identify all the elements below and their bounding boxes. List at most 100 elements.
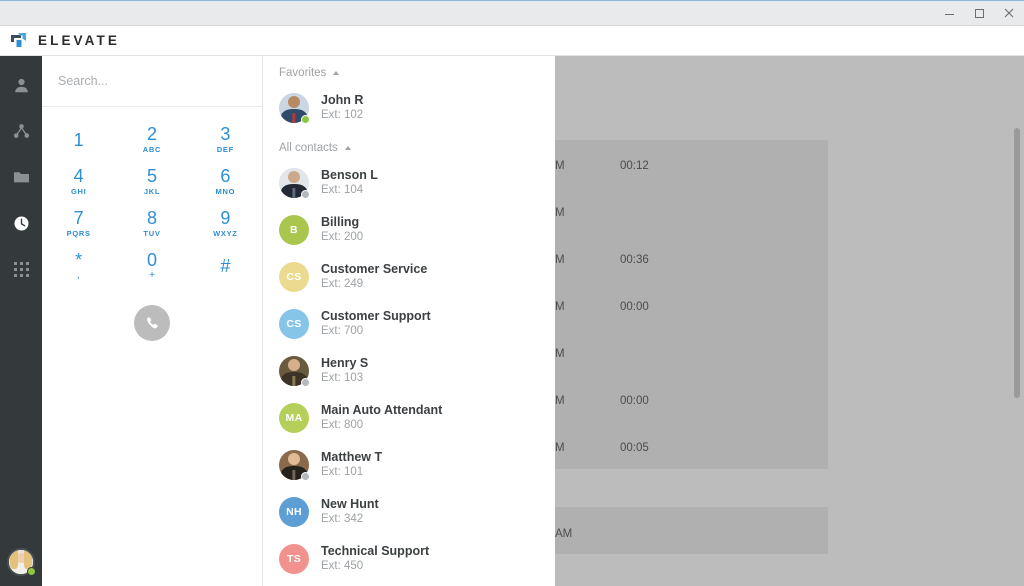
call-history-time: M [555, 395, 565, 407]
contact-avatar-image: TS [279, 543, 309, 574]
dialpad-key-4[interactable]: 4 GHI [48, 161, 110, 203]
dialpad-key-7[interactable]: 7 PQRS [48, 203, 110, 245]
call-history-time: M [555, 160, 565, 172]
call-history-time: M [555, 254, 565, 266]
contact-list-item[interactable]: MA Main Auto Attendant Ext: 800 [264, 394, 555, 441]
contact-avatar: B [279, 214, 309, 245]
dialpad-key-letters: PQRS [66, 229, 91, 238]
contact-name: Main Auto Attendant [321, 402, 443, 417]
chevron-up-icon[interactable] [344, 146, 351, 150]
contact-name: Matthew T [321, 449, 383, 464]
status-badge [27, 567, 36, 576]
contact-avatar-image: MA [279, 402, 309, 433]
contact-list-item[interactable]: Benson L Ext: 104 [264, 159, 555, 206]
sidebar-item-call-history[interactable] [0, 200, 42, 246]
contact-avatar: MA [279, 402, 309, 433]
phone-icon [145, 316, 160, 331]
contact-name: Technical Support [321, 543, 430, 558]
call-button[interactable] [134, 305, 170, 341]
contact-name: Benson L [321, 167, 378, 182]
contact-avatar-image: B [279, 214, 309, 245]
call-history-time: M [555, 301, 565, 313]
contacts-panel[interactable]: Favorites John R Ext: 102 All contacts Benso… [264, 56, 555, 586]
contact-list-item[interactable]: NH New Hunt Ext: 342 [264, 488, 555, 535]
contact-meta: John R Ext: 102 [321, 93, 363, 123]
contact-name: Billing [321, 214, 360, 229]
presence-status-dot [301, 189, 310, 199]
dialpad-key-digit: 4 [73, 166, 84, 186]
dialpad-key-6[interactable]: 6 MNO [194, 161, 256, 203]
contact-list-item[interactable]: B Billing Ext: 200 [264, 206, 555, 253]
title-bar [0, 0, 1024, 26]
contacts-group-header[interactable]: Favorites [264, 56, 555, 84]
contact-meta: Billing Ext: 200 [321, 215, 363, 245]
contact-avatar [279, 355, 310, 387]
minimize-button[interactable] [934, 1, 964, 25]
contact-extension: Ext: 450 [321, 559, 364, 572]
contact-extension: Ext: 249 [321, 277, 364, 290]
search-bar [42, 56, 262, 107]
dialpad-key-3[interactable]: 3 DEF [194, 119, 256, 161]
sidebar-item-contacts[interactable] [0, 62, 42, 108]
call-history-time: M [555, 442, 565, 454]
dialpad-key-2[interactable]: 2 ABC [121, 119, 183, 161]
call-history-duration: 00:00 [620, 301, 649, 313]
brand-name: ELEVATE [38, 33, 120, 48]
dialpad-key-1[interactable]: 1 [48, 119, 110, 161]
maximize-button[interactable] [964, 1, 994, 25]
contact-extension: Ext: 104 [321, 183, 364, 196]
dialpad-key-digit: 0 [146, 250, 157, 270]
scrollbar-thumb[interactable] [1014, 128, 1020, 398]
contact-avatar-image: NH [279, 496, 309, 527]
call-action-row [42, 305, 262, 341]
contact-list-item[interactable]: Matthew T Ext: 101 [264, 441, 555, 488]
presence-status-dot [301, 377, 310, 387]
dialpad-key-0[interactable]: 0 + [121, 245, 183, 287]
contact-list-item[interactable]: Henry S Ext: 103 [264, 347, 555, 394]
contact-avatar: CS [279, 308, 309, 339]
chevron-up-icon[interactable] [333, 71, 340, 75]
dialpad-key-9[interactable]: 9 WXYZ [194, 203, 256, 245]
scrollbar[interactable] [1009, 56, 1024, 586]
contact-extension: Ext: 200 [321, 230, 364, 243]
dialpad-key-letters: GHI [70, 187, 87, 196]
contact-name: John R [321, 92, 364, 107]
contact-list-item[interactable]: CS Customer Support Ext: 700 [264, 300, 555, 347]
app-window: ELEVATE Search... 1 2 ABC 3 DEF 4 GHI 5 … [0, 0, 1024, 586]
contact-name: New Hunt [321, 496, 379, 511]
dialer-panel: 1 2ABC 3DEF 4GHI 5JKL 6MNO 7PQRS 8TUV 9WXYZ *, 0+ # [42, 56, 263, 586]
contact-extension: Ext: 342 [321, 512, 364, 525]
contact-extension: Ext: 800 [321, 418, 364, 431]
dialpad-key-letters: , [77, 271, 81, 280]
contact-meta: Matthew T Ext: 101 [321, 450, 382, 480]
dialpad-key-8[interactable]: 8 TUV [121, 203, 183, 245]
contacts-group-header[interactable]: All contacts [264, 131, 555, 159]
call-history-row: AM [555, 514, 828, 561]
dialpad-key-digit: 3 [220, 124, 231, 144]
contact-list-item[interactable]: John R Ext: 102 [264, 84, 555, 131]
avatar[interactable] [7, 548, 36, 576]
dialpad-key-digit: 7 [73, 208, 84, 228]
dialpad-key-5[interactable]: 5 JKL [121, 161, 183, 203]
contact-name: Customer Support [321, 308, 431, 323]
search-input[interactable] [58, 74, 246, 88]
dialpad-key-hash[interactable]: # [194, 245, 256, 287]
share-nodes-icon [13, 123, 30, 140]
background-call-history-panel: M 00:12 M M 00:36 M 00:00 M M 00:00 M 00:05 AM [555, 56, 1024, 586]
call-history-duration: 00:12 [620, 160, 649, 172]
contact-list-item[interactable]: TS Technical Support Ext: 450 [264, 535, 555, 582]
close-button[interactable] [994, 1, 1024, 25]
contact-meta: Main Auto Attendant Ext: 800 [321, 403, 442, 433]
sidebar-item-team[interactable] [0, 108, 42, 154]
contact-list-item[interactable]: CS Customer Service Ext: 249 [264, 253, 555, 300]
sidebar-item-apps[interactable] [0, 246, 42, 292]
contact-meta: New Hunt Ext: 342 [321, 497, 379, 527]
call-history-row: M 00:12 [555, 146, 828, 193]
call-history-row: M [555, 334, 828, 381]
person-icon [13, 77, 30, 94]
elevate-arrow-logo-icon [9, 32, 29, 50]
clock-icon [13, 215, 30, 232]
sidebar-item-files[interactable] [0, 154, 42, 200]
brand-bar: ELEVATE [0, 26, 1024, 56]
dialpad-key-star[interactable]: *, [48, 245, 110, 287]
